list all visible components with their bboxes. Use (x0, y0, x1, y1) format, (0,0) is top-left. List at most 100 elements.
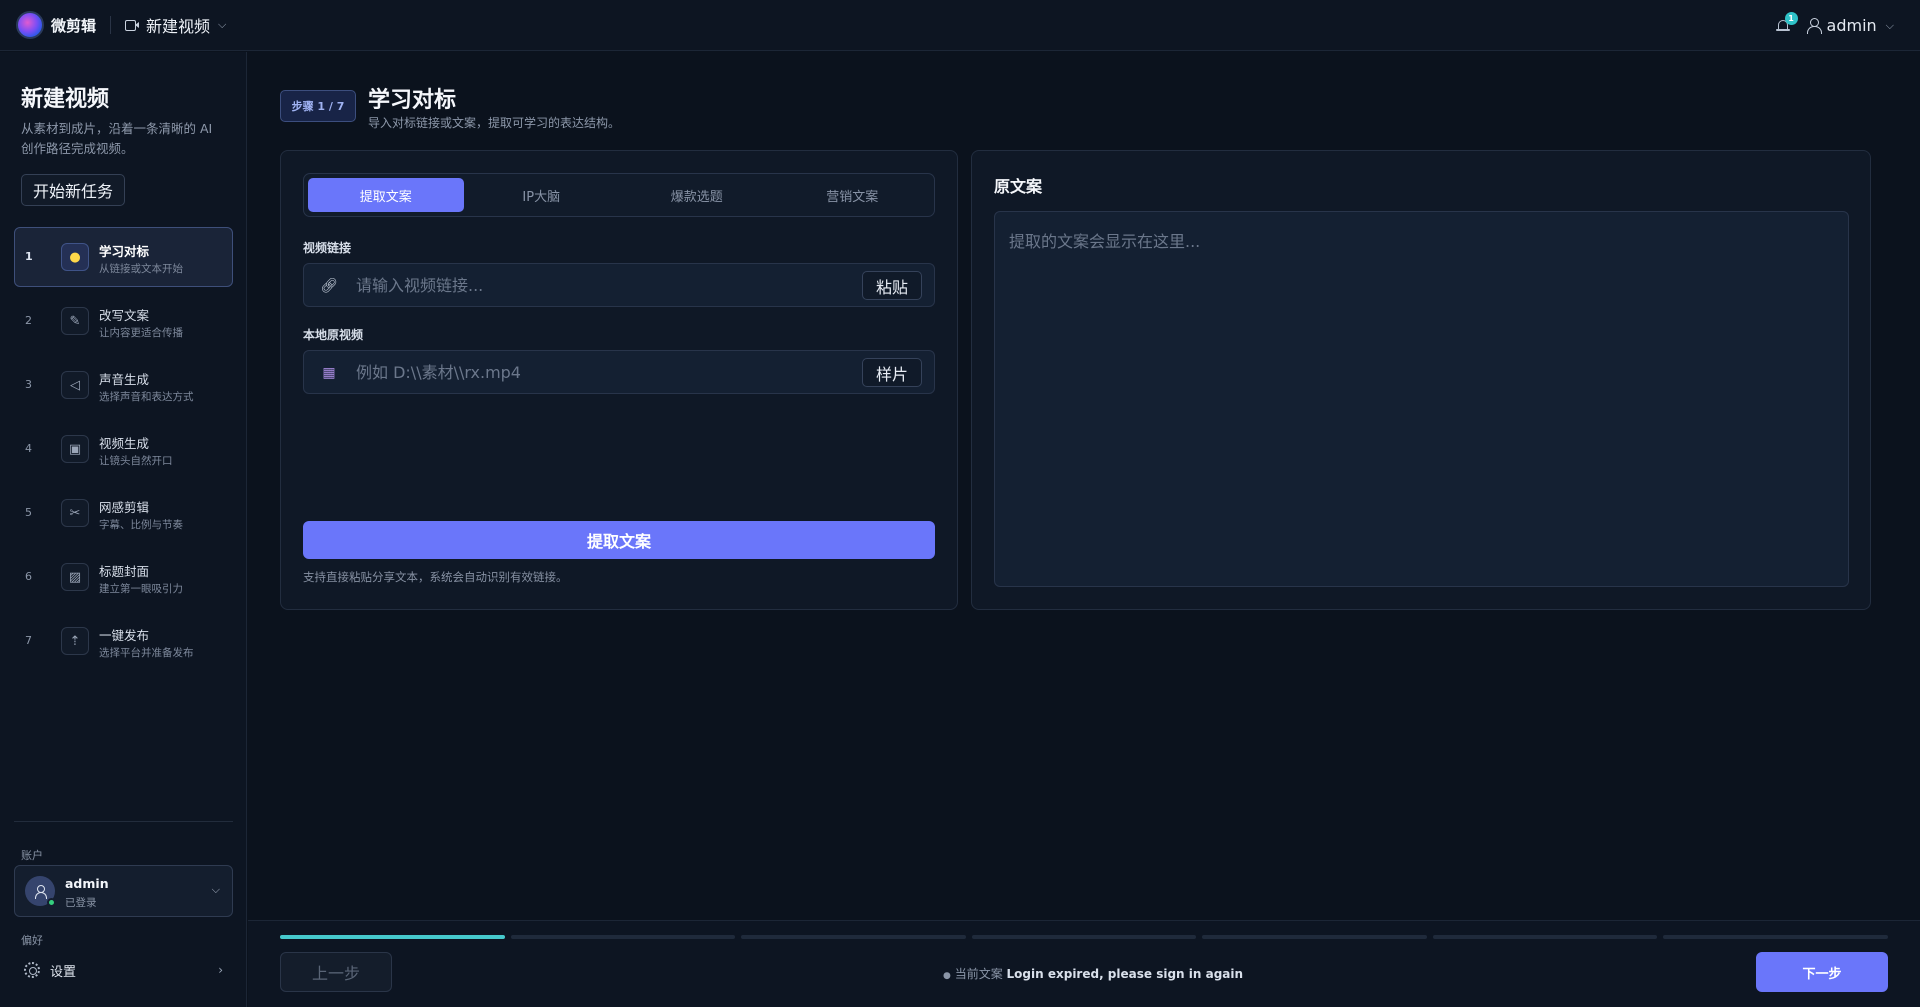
progress-segment (1432, 935, 1658, 939)
user-menu[interactable]: admin (1827, 16, 1877, 35)
step-name: 视频生成 (99, 436, 150, 451)
local-video-input[interactable] (356, 351, 796, 393)
chevron-right-icon: › (218, 963, 223, 977)
step-list: 1 ● 学习对标 从链接或文本开始 2 ✎ 改写文案 让内容更适合传播 3 ◁ … (14, 227, 233, 675)
step-subtitle: 让镜头自然开口 (99, 455, 173, 467)
original-copy-title: 原文案 (994, 177, 1043, 196)
step-subtitle: 从链接或文本开始 (99, 263, 183, 275)
sidebar: 新建视频 从素材到成片，沿着一条清晰的 AI 创作路径完成视频。 开始新任务 1… (0, 52, 247, 1007)
footer-bar: 上一步 ● 当前文案 Login expired, please sign in… (248, 920, 1920, 1007)
account-card[interactable]: admin 已登录 ⌵ (14, 865, 233, 917)
tab-bar: 提取文案 IP大脑 爆款选题 营销文案 (303, 173, 935, 217)
scissors-icon: ✂ (61, 499, 89, 527)
tab-extract-copy[interactable]: 提取文案 (308, 178, 464, 212)
step-number: 2 (25, 314, 32, 327)
tab-marketing-copy[interactable]: 营销文案 (775, 178, 931, 212)
original-copy-card: 原文案 (971, 150, 1871, 610)
step-number: 4 (25, 442, 32, 455)
tab-hot-topics[interactable]: 爆款选题 (619, 178, 775, 212)
sound-icon: ◁ (61, 371, 89, 399)
local-video-field: ▦ 样片 (303, 350, 935, 394)
step-item-rewrite[interactable]: 2 ✎ 改写文案 让内容更适合传播 (14, 291, 233, 351)
step-name: 一键发布 (99, 628, 150, 643)
divider (14, 821, 233, 822)
video-camera-icon (125, 19, 140, 31)
step-item-learn[interactable]: 1 ● 学习对标 从链接或文本开始 (14, 227, 233, 287)
account-status: 已登录 (65, 897, 97, 909)
project-selector[interactable]: 新建视频 (146, 13, 210, 37)
progress-segment (741, 935, 966, 939)
step-subtitle: 建立第一眼吸引力 (99, 583, 183, 595)
original-copy-textarea[interactable] (994, 211, 1849, 587)
divider (110, 16, 112, 34)
sample-button[interactable]: 样片 (861, 358, 922, 387)
app-logo (16, 11, 44, 39)
sidebar-description: 从素材到成片，沿着一条清晰的 AI 创作路径完成视频。 (21, 121, 213, 156)
account-name: admin (65, 876, 109, 891)
progress-segment (971, 935, 1197, 939)
lightbulb-icon: ● (61, 243, 89, 271)
page-subtitle: 导入对标链接或文案，提取可学习的表达结构。 (368, 116, 621, 130)
new-task-button[interactable]: 开始新任务 (21, 174, 126, 206)
preferences-section-label: 偏好 (21, 934, 43, 947)
chevron-down-icon[interactable]: ⌵ (218, 18, 226, 32)
step-name: 标题封面 (99, 564, 150, 579)
account-section-label: 账户 (21, 849, 43, 862)
pencil-icon: ✎ (61, 307, 89, 335)
video-frame-icon: ▣ (61, 435, 89, 463)
step-number: 7 (25, 634, 32, 647)
step-item-cover[interactable]: 6 ▨ 标题封面 建立第一眼吸引力 (14, 547, 233, 607)
step-number: 3 (25, 378, 32, 391)
local-video-label: 本地原视频 (303, 328, 364, 342)
top-bar: 微剪辑 新建视频 ⌵ 1 admin ⌵ (0, 0, 1920, 51)
step-subtitle: 选择声音和表达方式 (99, 391, 194, 403)
publish-icon: ⇡ (61, 627, 89, 655)
link-icon: 🔗︎ (320, 278, 338, 294)
status-text: ● 当前文案 Login expired, please sign in aga… (943, 965, 1243, 982)
progress-segment (1202, 935, 1427, 939)
status-prefix: 当前文案 (954, 967, 1003, 981)
chevron-down-icon[interactable]: ⌵ (1886, 19, 1894, 33)
brand-name: 微剪辑 (51, 16, 97, 35)
notification-bell-icon[interactable]: 1 (1775, 11, 1798, 34)
status-message: Login expired, please sign in again (1006, 967, 1244, 981)
step-name: 网感剪辑 (99, 500, 150, 515)
gear-icon (24, 962, 40, 978)
cover-image-icon: ▨ (61, 563, 89, 591)
tab-ip-brain[interactable]: IP大脑 (464, 178, 620, 212)
hint-text: 支持直接粘贴分享文本，系统会自动识别有效链接。 (303, 570, 568, 584)
step-item-voice[interactable]: 3 ◁ 声音生成 选择声音和表达方式 (14, 355, 233, 415)
step-name: 学习对标 (99, 244, 150, 259)
paste-button[interactable]: 粘贴 (861, 271, 922, 300)
video-link-input[interactable] (356, 264, 796, 306)
status-dot-icon: ● (943, 971, 951, 981)
extract-copy-button[interactable]: 提取文案 (303, 521, 935, 559)
step-item-video[interactable]: 4 ▣ 视频生成 让镜头自然开口 (14, 419, 233, 479)
progress-segment (280, 935, 505, 939)
step-item-edit[interactable]: 5 ✂ 网感剪辑 字幕、比例与节奏 (14, 483, 233, 543)
step-number: 1 (25, 250, 33, 263)
progress-segment (1663, 935, 1889, 939)
sidebar-title: 新建视频 (21, 87, 110, 112)
step-number: 5 (25, 506, 32, 519)
step-subtitle: 选择平台并准备发布 (99, 647, 194, 659)
main-content: 步骤 1 / 7 学习对标 导入对标链接或文案，提取可学习的表达结构。 提取文案… (248, 52, 1920, 1007)
video-link-label: 视频链接 (303, 241, 352, 255)
video-link-field: 🔗︎ 粘贴 (303, 263, 935, 307)
clapperboard-icon: ▦ (322, 365, 336, 381)
step-badge: 步骤 1 / 7 (280, 90, 356, 122)
online-status-dot (47, 898, 56, 907)
extract-card: 提取文案 IP大脑 爆款选题 营销文案 视频链接 🔗︎ 粘贴 本地原视频 ▦ 样… (280, 150, 958, 610)
step-item-publish[interactable]: 7 ⇡ 一键发布 选择平台并准备发布 (14, 611, 233, 671)
step-subtitle: 让内容更适合传播 (99, 327, 183, 339)
user-icon (1806, 18, 1822, 34)
next-step-button[interactable]: 下一步 (1756, 952, 1888, 992)
step-number: 6 (25, 570, 32, 583)
notification-badge: 1 (1784, 11, 1798, 25)
previous-step-button[interactable]: 上一步 (280, 952, 392, 992)
step-name: 声音生成 (99, 372, 150, 387)
page-title: 学习对标 (368, 88, 457, 113)
settings-item[interactable]: 设置 › (14, 955, 233, 985)
progress-segment (510, 935, 736, 939)
chevron-down-icon[interactable]: ⌵ (212, 883, 220, 897)
